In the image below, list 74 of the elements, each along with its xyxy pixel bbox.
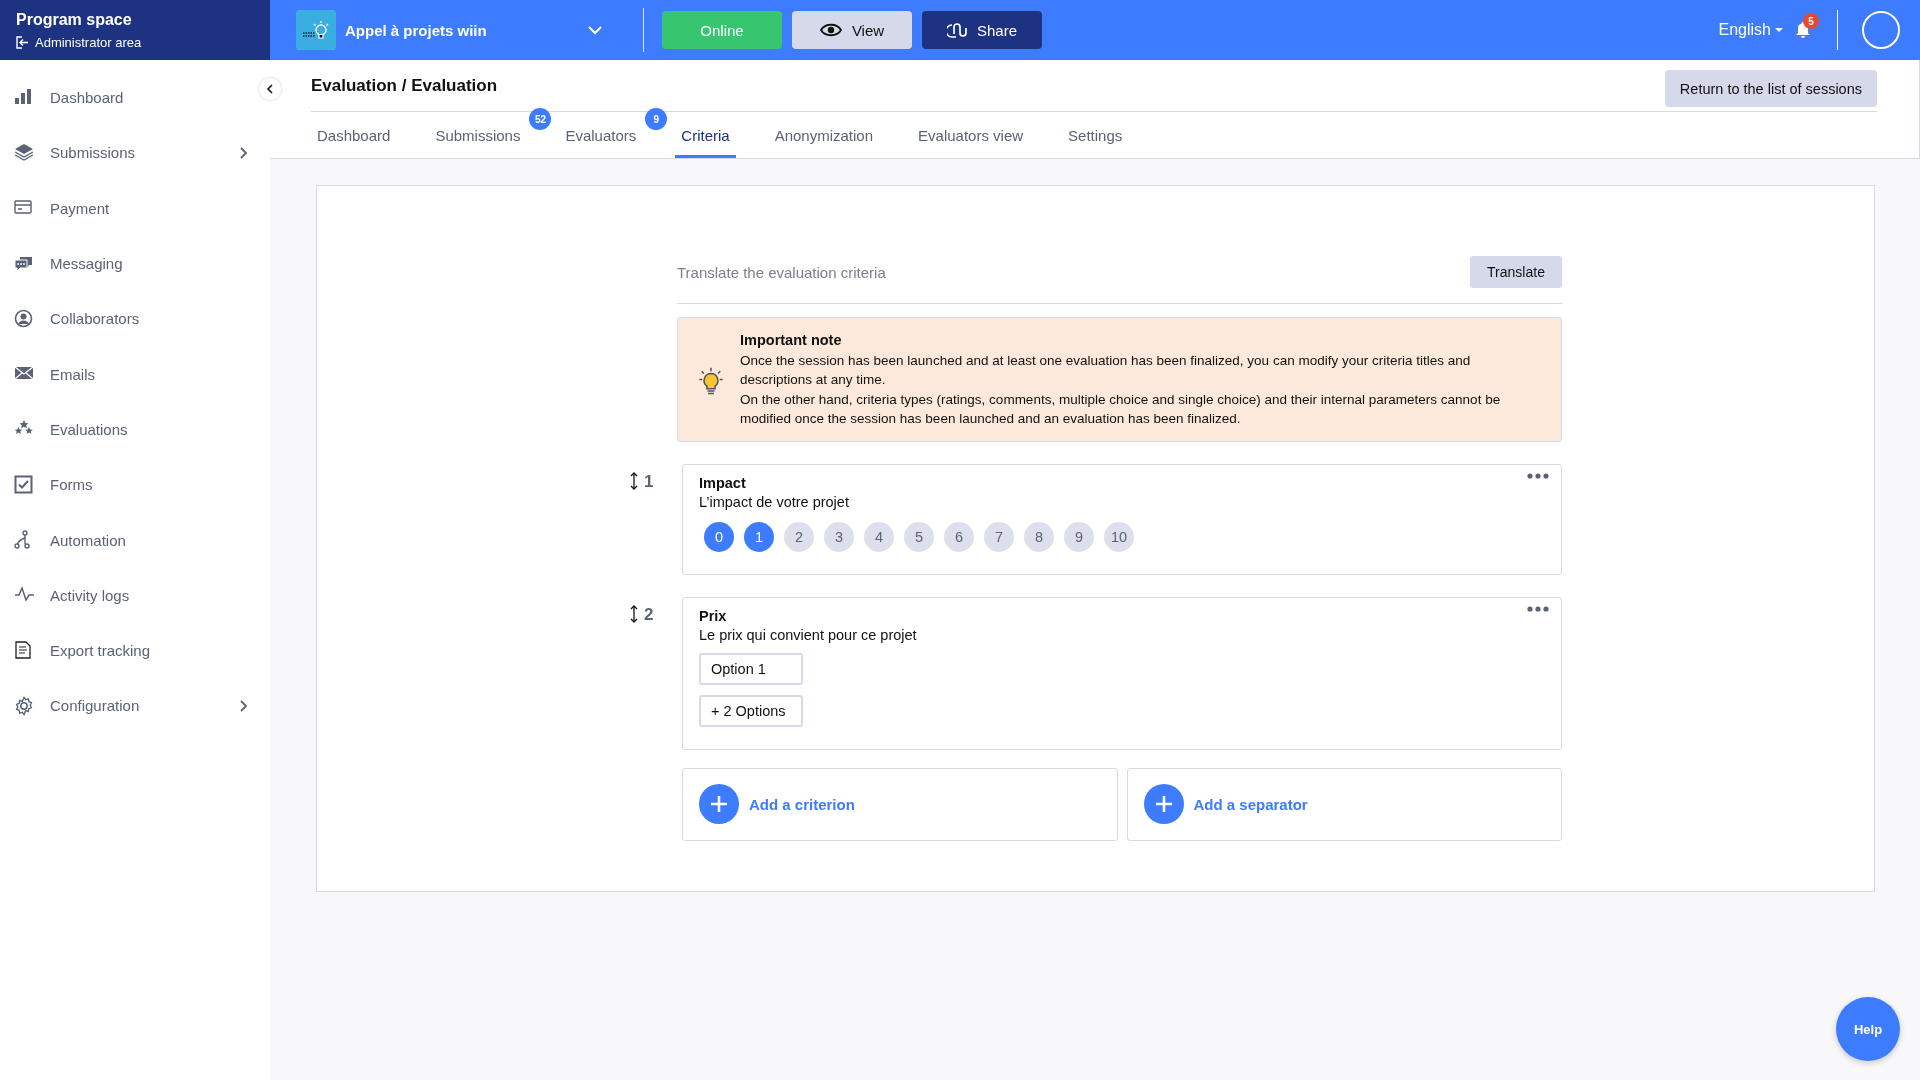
option-chip: Option 1 [699, 652, 803, 685]
sidebar-item[interactable]: Collaborators [0, 291, 270, 347]
page-title: Evaluation / Evaluation [311, 75, 498, 96]
gear-icon [14, 695, 34, 716]
rating-point: 10 [1104, 521, 1134, 552]
criterion-number: 1 [644, 471, 654, 492]
rating-point: 3 [824, 521, 854, 552]
rating-point: 9 [1064, 521, 1094, 552]
translate-label: Translate the evaluation criteria [677, 263, 886, 281]
chevron-left-icon [266, 84, 274, 94]
note-text: Once the session has been launched and at least one evaluation has been finalized, you can modify your criteria titles and descriptions at any time. [740, 351, 1472, 389]
sidebar-item[interactable]: Evaluations [0, 401, 270, 458]
criterion-description: Le prix qui convient pour ce projet [699, 626, 917, 643]
avatar[interactable] [1862, 11, 1900, 49]
help-button[interactable]: Help [1836, 997, 1900, 1061]
app-title: Program space [16, 10, 133, 29]
note-title: Important note [740, 331, 843, 350]
criterion-description: L’impact de votre projet [699, 493, 849, 510]
document-icon [14, 640, 34, 661]
chevron-down-icon [587, 25, 603, 35]
view-button[interactable]: View [792, 11, 912, 49]
criterion-number: 2 [644, 604, 654, 625]
rating-point: 4 [864, 521, 894, 552]
note-text: On the other hand, criteria types (ratings, comments, multiple choice and single choice) and their internal parameters cannot be modified once the session has been launched and an evaluation has been finalized. [740, 390, 1502, 428]
rating-point: 2 [784, 521, 814, 552]
sidebar-item[interactable]: Messaging [0, 235, 270, 292]
program-selector[interactable]: Appel à projets wiin [290, 10, 615, 50]
translate-button[interactable]: Translate [1470, 256, 1562, 288]
rating-point: 0 [704, 521, 734, 552]
sidebar-item[interactable]: Submissions [0, 125, 270, 181]
eye-icon [819, 22, 842, 38]
rating-point: 5 [904, 521, 934, 552]
add-button[interactable]: Add a separator [1126, 767, 1562, 841]
exit-icon [16, 35, 29, 49]
sidebar-item[interactable]: Automation [0, 512, 270, 568]
language-selector[interactable]: English [1718, 21, 1783, 39]
lightbulb-icon [301, 19, 331, 41]
layers-icon [14, 142, 34, 163]
caret-icon [1775, 28, 1783, 32]
criterion-title: Impact [699, 474, 746, 491]
plus-icon [699, 784, 739, 824]
sidebar-item[interactable]: Emails [0, 346, 270, 402]
tab[interactable]: Criteria [675, 126, 736, 158]
rating-point: 7 [984, 521, 1014, 552]
rating-point: 8 [1024, 521, 1054, 552]
drag-handle-icon[interactable] [630, 471, 638, 490]
rating-point: 1 [744, 521, 774, 552]
checkbox-icon [14, 474, 34, 495]
more-options-icon[interactable] [1527, 605, 1549, 612]
collapse-button[interactable] [259, 78, 281, 100]
add-button[interactable]: Add a criterion [682, 767, 1118, 841]
share-button[interactable]: Share [922, 11, 1042, 49]
sidebar-item[interactable]: Forms [0, 457, 270, 513]
sidebar-item[interactable]: Dashboard [0, 70, 270, 126]
user-circle-icon [14, 308, 34, 329]
more-options-button[interactable]: + 2 Options [699, 694, 803, 727]
plus-icon [1143, 784, 1184, 824]
rating-point: 6 [944, 521, 974, 552]
count-badge: 9 [645, 108, 668, 130]
more-options-icon[interactable] [1527, 472, 1549, 479]
tab[interactable]: Dashboard [311, 126, 397, 158]
admin-area-link[interactable]: Administrator area [35, 34, 142, 50]
sidebar-item[interactable]: Payment [0, 180, 270, 236]
sidebar-item[interactable]: Activity logs [0, 567, 270, 623]
notification-badge: 5 [1803, 13, 1819, 29]
drag-handle-icon[interactable] [630, 604, 638, 623]
tab[interactable]: Anonymization [768, 126, 880, 158]
return-button[interactable]: Return to the list of sessions [1664, 70, 1877, 107]
sidebar-item[interactable]: Export tracking [0, 622, 270, 679]
tab[interactable]: Settings [1062, 126, 1129, 158]
criterion-title: Prix [699, 607, 727, 624]
count-badge: 52 [529, 108, 552, 130]
tab[interactable]: Evaluators view [912, 126, 1030, 158]
sidebar-item[interactable]: Configuration [0, 678, 270, 734]
